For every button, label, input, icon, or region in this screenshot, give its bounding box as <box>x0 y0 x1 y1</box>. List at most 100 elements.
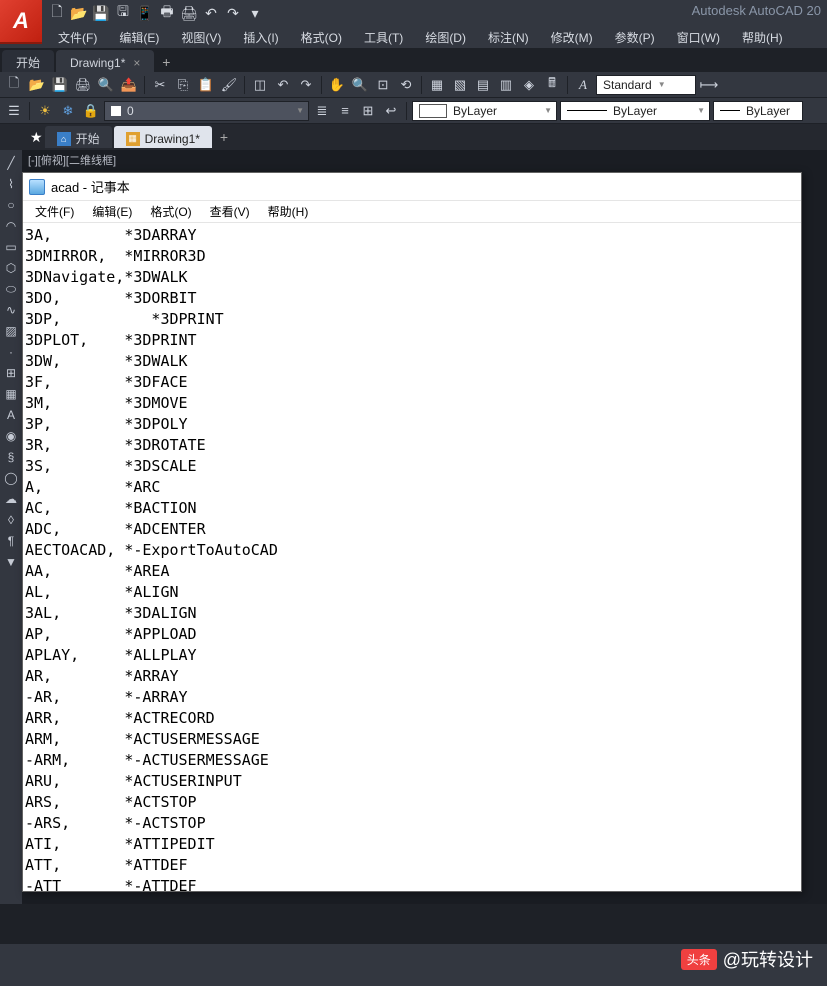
block-insert-icon[interactable]: ⊞ <box>2 364 20 382</box>
zoom-prev-icon[interactable]: ⟲ <box>396 75 416 95</box>
open-icon[interactable]: 📂 <box>70 4 88 22</box>
circle-icon[interactable]: ○ <box>2 196 20 214</box>
web-save-icon[interactable]: 📱 <box>136 4 154 22</box>
save-file-icon[interactable]: 💾 <box>50 75 70 95</box>
qat-more-icon[interactable]: ▾ <box>246 4 264 22</box>
linetype-dropdown[interactable]: ByLayer▼ <box>560 101 710 121</box>
np-menu-format[interactable]: 格式(O) <box>142 201 199 222</box>
arc-icon[interactable]: ◠ <box>2 217 20 235</box>
app-logo[interactable]: A <box>0 0 42 44</box>
menu-dimension[interactable]: 标注(N) <box>478 27 539 48</box>
region-icon[interactable]: ◉ <box>2 427 20 445</box>
close-icon[interactable]: × <box>133 56 140 70</box>
watermark-text: @玩转设计 <box>723 946 813 972</box>
menu-view[interactable]: 视图(V) <box>171 27 231 48</box>
pan-icon[interactable]: ✋ <box>327 75 347 95</box>
publish-icon[interactable]: 📤 <box>119 75 139 95</box>
nav-tab-home[interactable]: ⌂开始 <box>45 126 112 148</box>
color-dropdown[interactable]: ByLayer▼ <box>412 101 557 121</box>
redo2-icon[interactable]: ↷ <box>296 75 316 95</box>
np-menu-file[interactable]: 文件(F) <box>27 201 82 222</box>
layer-prop-icon[interactable]: ☰ <box>4 101 24 121</box>
menu-window[interactable]: 窗口(W) <box>667 27 730 48</box>
tab-start[interactable]: 开始 <box>2 50 54 72</box>
tab-drawing1[interactable]: Drawing1*× <box>56 50 154 72</box>
redo-icon[interactable]: ↷ <box>224 4 242 22</box>
menu-format[interactable]: 格式(O) <box>291 27 352 48</box>
lineweight-dropdown[interactable]: ByLayer <box>713 101 803 121</box>
viewport-label[interactable]: [-][俯视][二维线框] <box>28 152 116 168</box>
layer-state-icon[interactable]: ☀ <box>35 101 55 121</box>
undo2-icon[interactable]: ↶ <box>273 75 293 95</box>
properties-icon[interactable]: ▦ <box>427 75 447 95</box>
sheet-set-icon[interactable]: ▥ <box>496 75 516 95</box>
app-title: Autodesk AutoCAD 20 <box>692 3 821 18</box>
calc-icon[interactable]: 🖩 <box>542 75 562 95</box>
saveas-icon[interactable]: 🖫 <box>114 4 132 22</box>
menu-help[interactable]: 帮助(H) <box>732 27 793 48</box>
undo-icon[interactable]: ↶ <box>202 4 220 22</box>
new-icon[interactable]: 🗋 <box>48 4 66 22</box>
ellipse-icon[interactable]: ⬭ <box>2 280 20 298</box>
rectangle-icon[interactable]: ▭ <box>2 238 20 256</box>
np-menu-view[interactable]: 查看(V) <box>202 201 258 222</box>
mtext-icon[interactable]: ¶ <box>2 532 20 550</box>
new-file-icon[interactable]: 🗋 <box>4 75 24 95</box>
open-file-icon[interactable]: 📂 <box>27 75 47 95</box>
zoom-window-icon[interactable]: ⊡ <box>373 75 393 95</box>
match-icon[interactable]: 🖌 <box>219 75 239 95</box>
nav-tab-drawing[interactable]: ▦Drawing1* <box>114 126 212 148</box>
plot-icon[interactable]: 🖶 <box>158 4 176 22</box>
paste-icon[interactable]: 📋 <box>196 75 216 95</box>
point-icon[interactable]: · <box>2 343 20 361</box>
menu-insert[interactable]: 插入(I) <box>233 27 288 48</box>
block-icon[interactable]: ◫ <box>250 75 270 95</box>
tool-palette-icon[interactable]: ▤ <box>473 75 493 95</box>
menu-edit[interactable]: 编辑(E) <box>109 27 169 48</box>
layer-iso-icon[interactable]: ≣ <box>312 101 332 121</box>
np-menu-help[interactable]: 帮助(H) <box>260 201 317 222</box>
dim-style-icon[interactable]: ⟼ <box>699 75 719 95</box>
wipeout-icon[interactable]: ◊ <box>2 511 20 529</box>
line-icon[interactable]: ╱ <box>2 154 20 172</box>
preview-icon[interactable]: 🔍 <box>96 75 116 95</box>
cut-icon[interactable]: ✂ <box>150 75 170 95</box>
text-style-icon[interactable]: A <box>573 75 593 95</box>
layer-lock-icon[interactable]: 🔒 <box>81 101 101 121</box>
separator <box>321 76 322 94</box>
hatch-icon[interactable]: ▨ <box>2 322 20 340</box>
save-icon[interactable]: 💾 <box>92 4 110 22</box>
menu-file[interactable]: 文件(F) <box>48 27 107 48</box>
polyline-icon[interactable]: ⌇ <box>2 175 20 193</box>
layer-off-icon[interactable]: ≡ <box>335 101 355 121</box>
favorite-icon[interactable]: ★ <box>30 129 43 146</box>
print-icon[interactable]: 🖨 <box>180 4 198 22</box>
text-style-dropdown[interactable]: Standard▼ <box>596 75 696 95</box>
menu-tools[interactable]: 工具(T) <box>354 27 413 48</box>
menu-modify[interactable]: 修改(M) <box>541 27 603 48</box>
new-tab-button[interactable]: + <box>156 52 176 72</box>
layer-freeze-icon[interactable]: ❄ <box>58 101 78 121</box>
nav-new-tab[interactable]: + <box>214 127 234 147</box>
markup-icon[interactable]: ◈ <box>519 75 539 95</box>
copy-icon[interactable]: ⎘ <box>173 75 193 95</box>
menu-draw[interactable]: 绘图(D) <box>415 27 476 48</box>
notepad-content[interactable]: 3A, *3DARRAY 3DMIRROR, *MIRROR3D 3DNavig… <box>23 223 801 899</box>
polygon-icon[interactable]: ⬡ <box>2 259 20 277</box>
notepad-titlebar[interactable]: acad - 记事本 <box>23 173 801 201</box>
text-icon[interactable]: A <box>2 406 20 424</box>
donut-icon[interactable]: ◯ <box>2 469 20 487</box>
helix-icon[interactable]: § <box>2 448 20 466</box>
np-menu-edit[interactable]: 编辑(E) <box>84 201 140 222</box>
layer-dropdown[interactable]: 0 ▼ <box>104 101 309 121</box>
design-center-icon[interactable]: ▧ <box>450 75 470 95</box>
layer-prev-icon[interactable]: ↩ <box>381 101 401 121</box>
table-icon[interactable]: ▦ <box>2 385 20 403</box>
gradient-icon[interactable]: ▼ <box>2 553 20 571</box>
revision-icon[interactable]: ☁ <box>2 490 20 508</box>
zoom-icon[interactable]: 🔍 <box>350 75 370 95</box>
menu-params[interactable]: 参数(P) <box>605 27 665 48</box>
spline-icon[interactable]: ∿ <box>2 301 20 319</box>
print-tb-icon[interactable]: 🖨 <box>73 75 93 95</box>
layer-match-icon[interactable]: ⊞ <box>358 101 378 121</box>
